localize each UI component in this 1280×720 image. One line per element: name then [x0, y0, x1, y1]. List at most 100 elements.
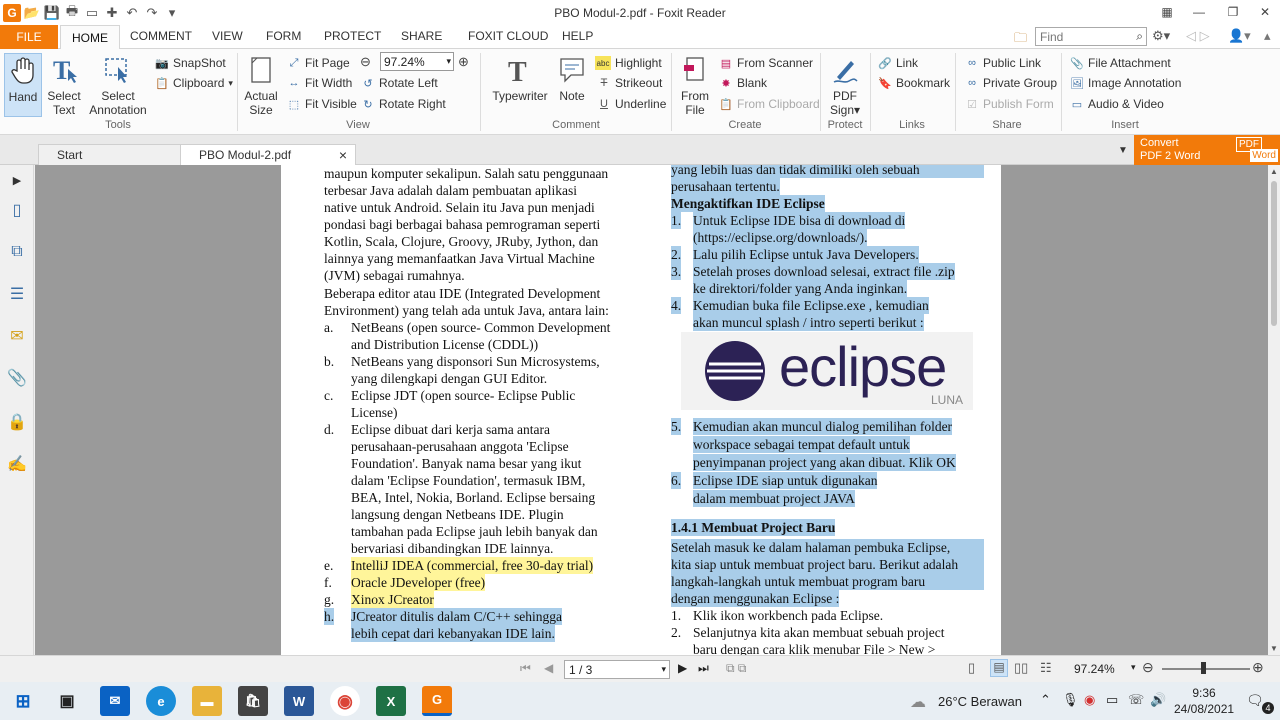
audio-video-button[interactable]: ▭ Audio & Video — [1070, 95, 1164, 113]
link-button[interactable]: 🔗 Link — [878, 54, 918, 72]
microphone-icon[interactable]: 🎙 — [1062, 692, 1079, 708]
continuous-facing-icon[interactable]: ☷ — [1040, 660, 1052, 676]
tab-form[interactable]: FORM — [266, 29, 301, 43]
task-view-icon[interactable]: ▣ — [52, 686, 82, 716]
zoom-slider[interactable] — [1162, 668, 1250, 670]
hand-tool-button[interactable]: Hand — [4, 53, 42, 117]
snapshot-button[interactable]: 📷 SnapShot — [155, 54, 226, 72]
file-explorer-icon[interactable]: ▬ — [192, 686, 222, 716]
windows-start-icon[interactable]: ⊞ — [8, 686, 38, 716]
highlight-button[interactable]: abc Highlight — [595, 54, 662, 72]
vertical-scrollbar[interactable]: ▲ ▼ — [1268, 165, 1280, 655]
file-attachment-button[interactable]: 📎 File Attachment — [1070, 54, 1171, 72]
tab-foxit-cloud[interactable]: FOXIT CLOUD — [468, 29, 548, 43]
scan-icon[interactable]: ▭ — [83, 4, 101, 22]
minimize-button[interactable]: — — [1188, 2, 1210, 22]
tab-protect[interactable]: PROTECT — [324, 29, 381, 43]
open-icon[interactable]: 📂 — [23, 4, 41, 22]
user-icon[interactable]: 👤▾ — [1228, 28, 1251, 44]
fit-page-button[interactable]: ⤢ Fit Page — [287, 54, 350, 72]
nav-back-icon[interactable]: ◁ ▷ — [1186, 28, 1210, 44]
tab-help[interactable]: HELP — [562, 29, 593, 43]
typewriter-button[interactable]: T Typewriter — [488, 53, 552, 103]
single-page-icon[interactable]: ▯ — [968, 660, 975, 676]
find-input[interactable]: Find ⌕ — [1035, 27, 1147, 46]
zoom-in-icon[interactable]: ⊕ — [458, 54, 469, 70]
attachments-panel-icon[interactable]: 📎 — [6, 367, 28, 389]
clipboard-button[interactable]: 📋 Clipboard ▾ — [155, 74, 233, 92]
underline-button[interactable]: U Underline — [597, 95, 666, 113]
app-logo-icon[interactable]: G — [3, 3, 21, 22]
tray-chevron-icon[interactable]: ⌃ — [1040, 692, 1051, 708]
settings-gear-icon[interactable]: ⚙▾ — [1152, 28, 1170, 44]
close-tab-icon[interactable]: × — [339, 147, 347, 163]
image-annotation-button[interactable]: 🖼 Image Annotation — [1070, 74, 1181, 92]
note-button[interactable]: Note — [554, 53, 590, 103]
collapse-ribbon-icon[interactable]: ▴ — [1264, 28, 1271, 44]
from-file-button[interactable]: From File — [676, 53, 714, 117]
layout-icon[interactable]: ▦ — [1156, 2, 1178, 22]
mail-app-icon[interactable]: ✉ — [100, 686, 130, 716]
facing-pages-icon[interactable]: ▯▯ — [1014, 660, 1028, 676]
rotate-left-button[interactable]: ↺ Rotate Left — [361, 74, 437, 92]
volume-icon[interactable]: 🔊 — [1150, 692, 1166, 708]
blank-button[interactable]: ✸ Blank — [719, 74, 767, 92]
weather-text[interactable]: 26°C Berawan — [938, 694, 1022, 709]
edge-browser-icon[interactable]: e — [146, 686, 176, 716]
tab-file[interactable]: FILE — [0, 25, 58, 49]
excel-app-icon[interactable]: X — [376, 686, 406, 716]
layers-panel-icon[interactable]: ⧉ — [6, 241, 28, 263]
foxit-reader-taskbar-icon[interactable]: G — [422, 686, 452, 716]
select-text-button[interactable]: T Select Text — [44, 53, 84, 117]
record-icon[interactable]: ◉ — [1084, 692, 1095, 708]
search-folder-icon[interactable]: 🗀 — [1014, 29, 1027, 51]
fit-width-button[interactable]: ↔ Fit Width — [287, 74, 353, 92]
comments-panel-icon[interactable]: ✉ — [6, 325, 28, 347]
print-icon[interactable]: 🖶 — [63, 3, 81, 22]
save-icon[interactable]: 💾 — [43, 4, 61, 22]
clock-date[interactable]: 24/08/2021 — [1174, 702, 1234, 716]
signature-panel-icon[interactable]: ✍ — [6, 453, 28, 475]
zoom-dropdown-icon[interactable]: ▾ — [1131, 662, 1136, 673]
zoom-select[interactable]: 97.24% ▾ — [380, 52, 454, 71]
chrome-browser-icon[interactable]: ◉ — [330, 686, 360, 716]
last-page-icon[interactable]: ⏭ — [698, 661, 709, 676]
convert-pdf-to-word-button[interactable]: Convert PDF 2 Word PDF Word — [1134, 135, 1280, 165]
tab-list-dropdown-icon[interactable]: ▼ — [1118, 145, 1128, 156]
first-page-icon[interactable]: ⏮ — [520, 661, 531, 676]
bookmarks-panel-icon[interactable]: ☰ — [6, 283, 28, 305]
create-icon[interactable]: ✚ — [103, 4, 121, 22]
zoom-in-icon[interactable]: ⊕ — [1252, 659, 1264, 676]
scroll-down-icon[interactable]: ▼ — [1270, 644, 1278, 653]
bookmark-button[interactable]: 🔖 Bookmark — [878, 74, 950, 92]
pages-panel-icon[interactable]: ▯ — [6, 199, 28, 221]
previous-page-icon[interactable]: ◀ — [544, 661, 553, 675]
tab-start[interactable]: Start — [38, 144, 184, 165]
continuous-page-icon[interactable]: ▤ — [990, 659, 1008, 677]
tab-comment[interactable]: COMMENT — [130, 29, 192, 43]
document-viewport[interactable]: maupun komputer sekalipun. Salah satu pe… — [35, 165, 1268, 655]
tab-view[interactable]: VIEW — [212, 29, 243, 43]
redo-icon[interactable]: ↷ — [143, 4, 161, 22]
display-icon[interactable]: ▭ — [1106, 692, 1118, 708]
from-scanner-button[interactable]: ▤ From Scanner — [719, 54, 813, 72]
public-link-button[interactable]: ∞ Public Link — [965, 54, 1041, 72]
rotate-right-button[interactable]: ↻ Rotate Right — [361, 95, 445, 113]
zoom-out-icon[interactable]: ⊖ — [1142, 659, 1154, 676]
status-zoom-value[interactable]: 97.24% — [1074, 662, 1115, 676]
zoom-out-icon[interactable]: ⊖ — [360, 54, 371, 70]
restore-button[interactable]: ❐ — [1222, 2, 1244, 22]
scroll-up-icon[interactable]: ▲ — [1270, 167, 1278, 176]
select-annotation-button[interactable]: Select Annotation — [88, 53, 148, 117]
clock-time[interactable]: 9:36 — [1174, 686, 1234, 700]
private-group-button[interactable]: ∞ Private Group — [965, 74, 1057, 92]
pdf-sign-button[interactable]: PDF Sign▾ — [826, 53, 864, 117]
next-page-icon[interactable]: ▶ — [678, 661, 687, 675]
page-number-input[interactable]: 1 / 3 ▾ — [564, 660, 670, 679]
from-clipboard-button[interactable]: 📋 From Clipboard — [719, 95, 820, 113]
fit-visible-button[interactable]: ⬚ Fit Visible — [287, 95, 357, 113]
network-icon[interactable]: ☏ — [1128, 692, 1144, 708]
security-lock-icon[interactable]: 🔒 — [6, 411, 28, 433]
tab-current-document[interactable]: PBO Modul-2.pdf × — [180, 144, 356, 165]
undo-icon[interactable]: ↶ — [123, 4, 141, 22]
